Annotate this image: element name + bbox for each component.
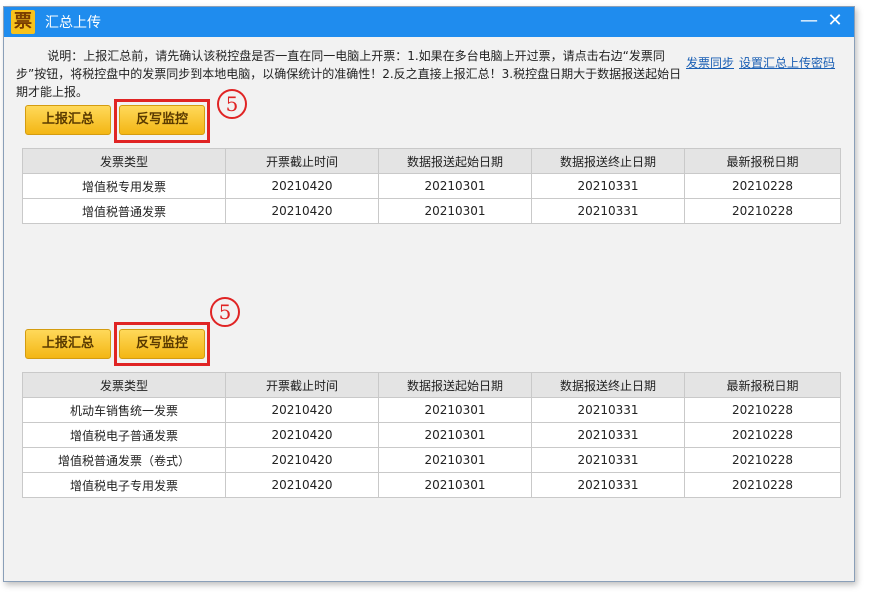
cell: 20210331 (531, 397, 685, 423)
table-row[interactable]: 机动车销售统一发票 20210420 20210301 20210331 202… (22, 397, 841, 423)
cell: 20210331 (531, 472, 685, 498)
table-row[interactable]: 增值税电子专用发票 20210420 20210301 20210331 202… (22, 472, 841, 498)
report-summary-button[interactable]: 上报汇总 (25, 105, 111, 135)
cell: 20210301 (378, 198, 532, 224)
column-header: 最新报税日期 (684, 372, 841, 398)
minimize-icon[interactable]: — (798, 11, 820, 33)
cell: 20210301 (378, 447, 532, 473)
column-header: 发票类型 (22, 372, 226, 398)
step-marker: 5 (217, 89, 247, 119)
cell: 20210228 (684, 397, 841, 423)
table-header-row: 发票类型 开票截止时间 数据报送起始日期 数据报送终止日期 最新报税日期 (22, 148, 841, 174)
cell: 20210301 (378, 472, 532, 498)
table-header-row: 发票类型 开票截止时间 数据报送起始日期 数据报送终止日期 最新报税日期 (22, 372, 841, 398)
table-row[interactable]: 增值税专用发票 20210420 20210301 20210331 20210… (22, 173, 841, 199)
cell: 增值税电子普通发票 (22, 422, 226, 448)
cell: 增值税专用发票 (22, 173, 226, 199)
window-title: 汇总上传 (45, 15, 101, 31)
close-icon[interactable]: ✕ (824, 11, 846, 33)
cell: 20210228 (684, 422, 841, 448)
cell: 20210420 (225, 198, 379, 224)
cell: 增值税电子专用发票 (22, 472, 226, 498)
cell: 20210228 (684, 472, 841, 498)
cell: 20210331 (531, 173, 685, 199)
column-header: 数据报送起始日期 (378, 372, 532, 398)
column-header: 发票类型 (22, 148, 226, 174)
highlight-box (114, 99, 210, 143)
cell: 机动车销售统一发票 (22, 397, 226, 423)
cell: 20210420 (225, 173, 379, 199)
cell: 20210301 (378, 173, 532, 199)
cell: 20210420 (225, 447, 379, 473)
cell: 20210420 (225, 422, 379, 448)
set-upload-password-link[interactable]: 设置汇总上传密码 (739, 54, 835, 71)
cell: 20210331 (531, 447, 685, 473)
invoice-logo-icon: 票 (11, 10, 35, 34)
cell: 20210420 (225, 472, 379, 498)
invoice-table-2: 发票类型 开票截止时间 数据报送起始日期 数据报送终止日期 最新报税日期 机动车… (22, 372, 841, 498)
invoice-sync-link[interactable]: 发票同步 (686, 54, 734, 71)
cell: 20210301 (378, 422, 532, 448)
table-row[interactable]: 增值税普通发票（卷式） 20210420 20210301 20210331 2… (22, 447, 841, 473)
step-marker-2: 5 (210, 297, 240, 327)
report-summary-button-2[interactable]: 上报汇总 (25, 329, 111, 359)
cell: 增值税普通发票（卷式） (22, 447, 226, 473)
cell: 20210228 (684, 447, 841, 473)
table-row[interactable]: 增值税电子普通发票 20210420 20210301 20210331 202… (22, 422, 841, 448)
cell: 20210228 (684, 173, 841, 199)
column-header: 最新报税日期 (684, 148, 841, 174)
summary-upload-window: 票 汇总上传 — ✕ 说明：上报汇总前，请先确认该税控盘是否一直在同一电脑上开票… (3, 6, 855, 582)
title-bar: 票 汇总上传 — ✕ (4, 7, 854, 37)
cell: 20210331 (531, 422, 685, 448)
invoice-table-1: 发票类型 开票截止时间 数据报送起始日期 数据报送终止日期 最新报税日期 增值税… (22, 148, 841, 224)
cell: 增值税普通发票 (22, 198, 226, 224)
cell: 20210228 (684, 198, 841, 224)
table-row[interactable]: 增值税普通发票 20210420 20210301 20210331 20210… (22, 198, 841, 224)
column-header: 数据报送终止日期 (531, 148, 685, 174)
cell: 20210331 (531, 198, 685, 224)
cell: 20210301 (378, 397, 532, 423)
cell: 20210420 (225, 397, 379, 423)
highlight-box-2 (114, 322, 210, 366)
column-header: 开票截止时间 (225, 148, 379, 174)
instruction-text: 说明：上报汇总前，请先确认该税控盘是否一直在同一电脑上开票：1.如果在多台电脑上… (16, 49, 682, 99)
column-header: 数据报送起始日期 (378, 148, 532, 174)
column-header: 开票截止时间 (225, 372, 379, 398)
column-header: 数据报送终止日期 (531, 372, 685, 398)
